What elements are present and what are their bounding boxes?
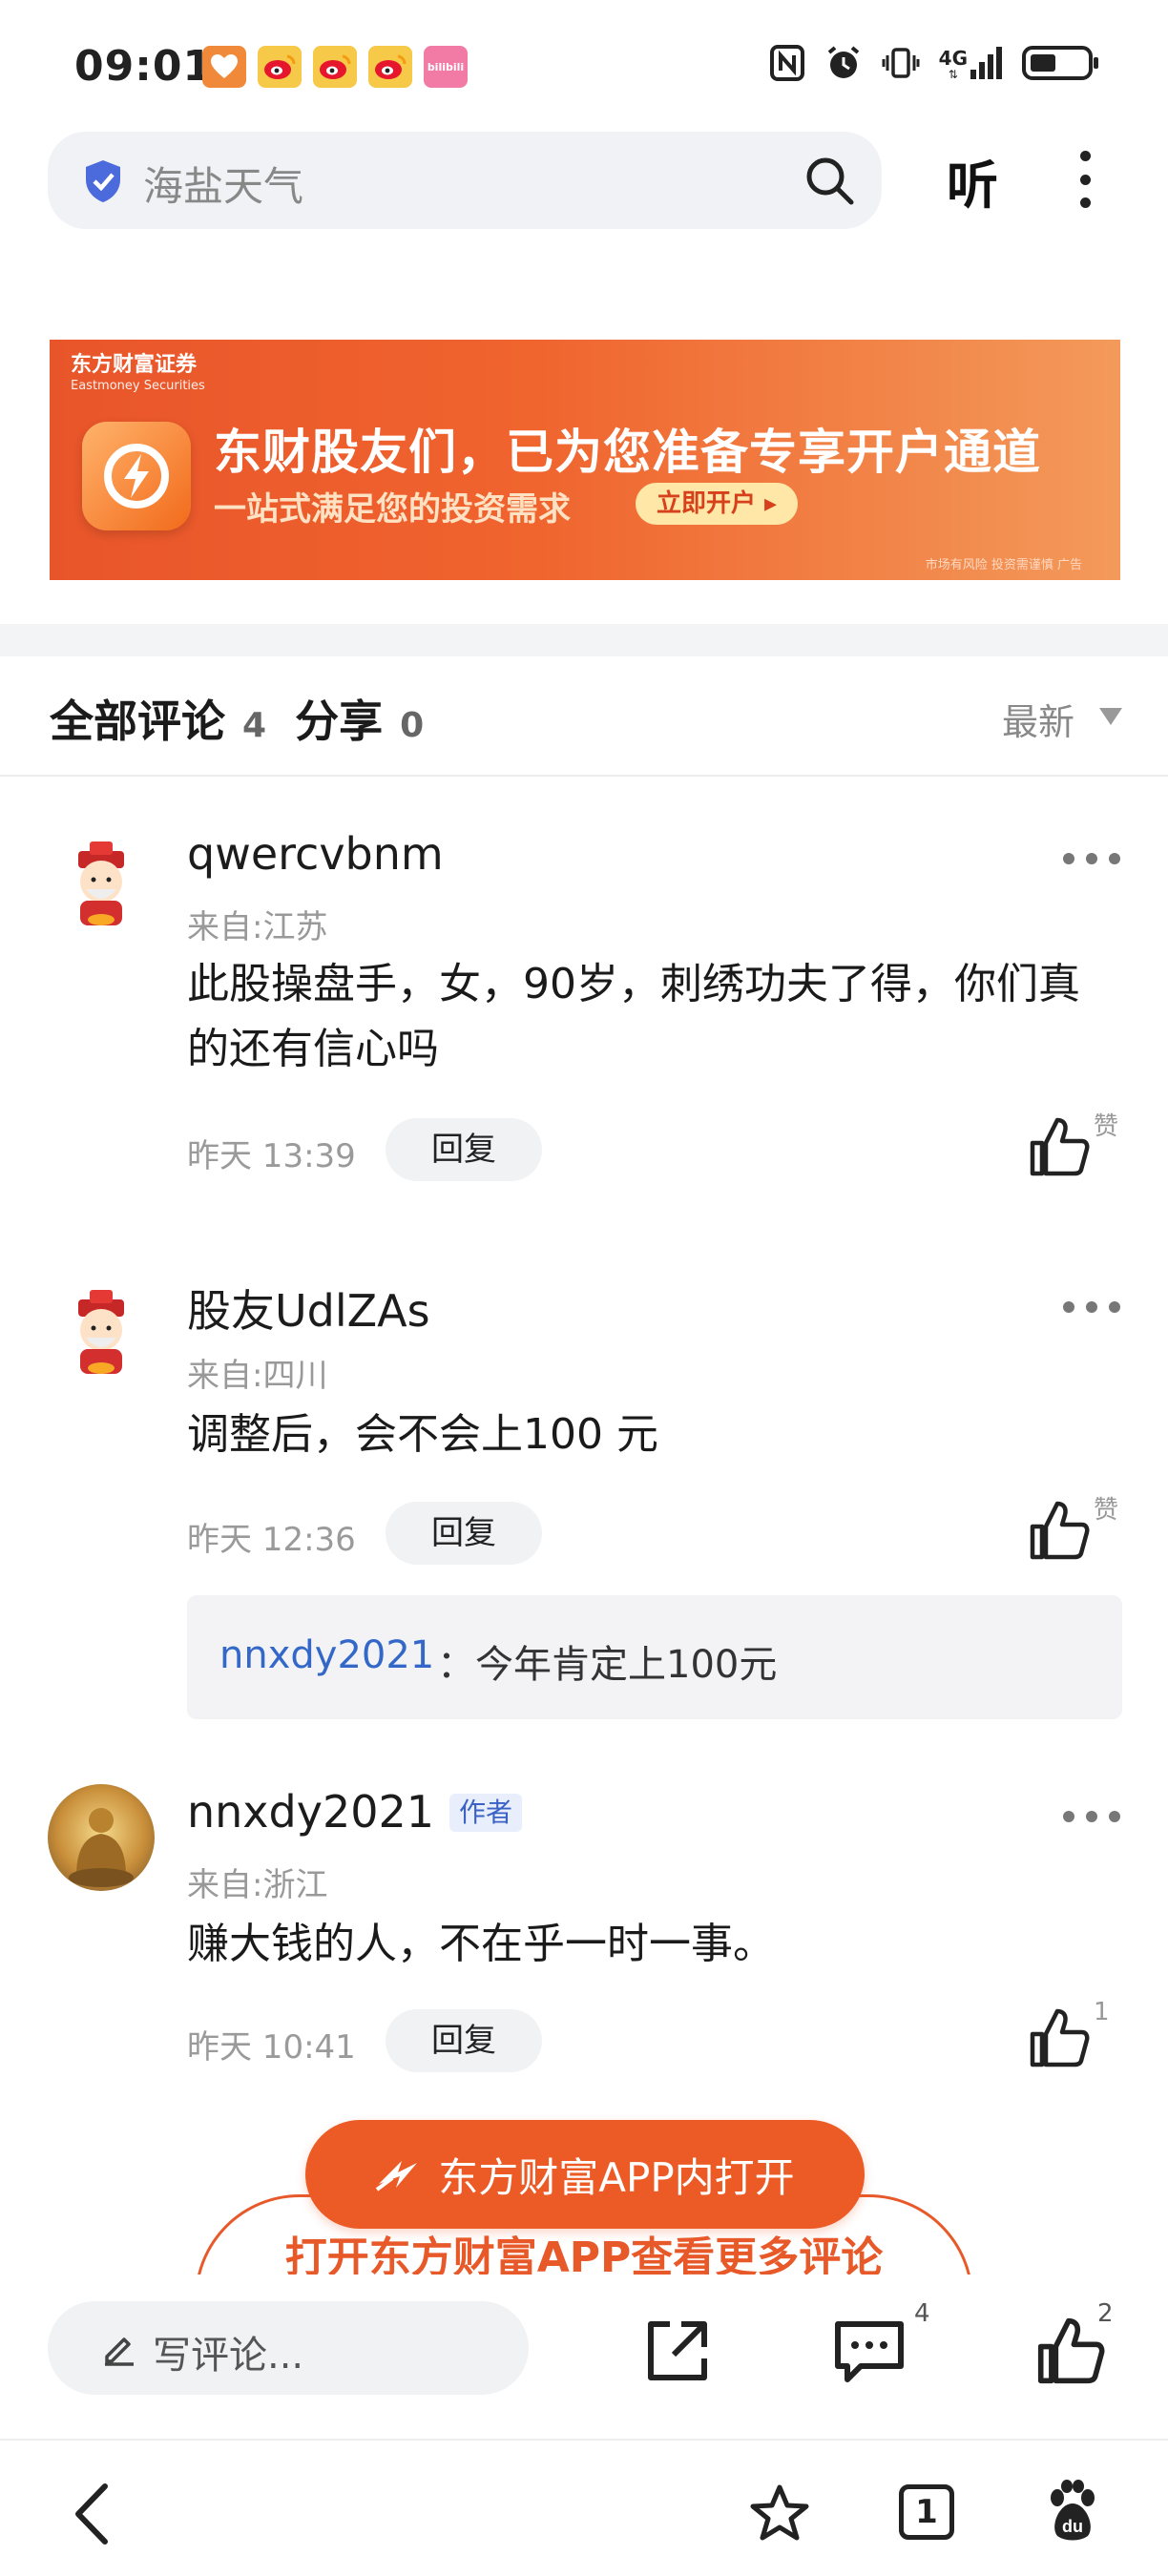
back-arrow-icon[interactable] bbox=[69, 2481, 116, 2547]
eastmoney-icon bbox=[376, 2161, 418, 2192]
thumbs-up-icon[interactable] bbox=[1034, 2315, 1107, 2387]
nfc-icon bbox=[769, 45, 804, 81]
comment-count-badge: 4 bbox=[914, 2299, 930, 2328]
eastmoney-logo-icon bbox=[82, 422, 191, 530]
search-icon[interactable] bbox=[803, 155, 855, 206]
battery-icon bbox=[1022, 46, 1098, 80]
thumbs-up-icon[interactable] bbox=[1027, 2005, 1092, 2070]
open-in-app-label: 东方财富APP内打开 bbox=[438, 2153, 795, 2201]
avatar[interactable] bbox=[48, 1280, 155, 1387]
comments-header: 全部评论 4 分享 0 bbox=[50, 687, 452, 750]
write-comment-input[interactable]: 写评论... bbox=[48, 2301, 529, 2395]
ad-headline: 东财股友们，已为您准备专享开户通道 bbox=[214, 425, 1041, 480]
network-type: 4G bbox=[938, 47, 968, 70]
header-divider bbox=[0, 775, 1168, 777]
system-icons: 4G ⇅ bbox=[769, 44, 1101, 82]
bilibili-label: bilibili bbox=[427, 60, 465, 73]
notification-icons: bilibili bbox=[202, 46, 468, 88]
share-icon[interactable] bbox=[641, 2315, 714, 2387]
ad-disclaimer: 市场有风险 投资需谨慎 广告 bbox=[925, 558, 1082, 572]
comment-username[interactable]: nnxdy2021 作者 bbox=[187, 1786, 523, 1838]
scrolled-text-fragment bbox=[53, 212, 912, 246]
shield-icon bbox=[86, 160, 120, 202]
open-in-app-button[interactable]: 东方财富APP内打开 bbox=[305, 2120, 865, 2229]
avatar[interactable] bbox=[48, 1784, 155, 1891]
comment-location: 来自:浙江 bbox=[187, 1866, 328, 1904]
comment-text: 赚大钱的人，不在乎一时一事。 bbox=[187, 1920, 775, 1968]
ad-banner[interactable]: 东方财富证券 Eastmoney Securities 东财股友们，已为您准备专… bbox=[50, 340, 1120, 580]
tab-all-comments[interactable]: 全部评论 bbox=[50, 687, 225, 750]
health-app-icon bbox=[202, 46, 246, 88]
status-time: 09:01 bbox=[74, 42, 214, 91]
comments-count: 4 bbox=[242, 706, 267, 745]
tab-shares[interactable]: 分享 bbox=[295, 687, 383, 750]
sub-reply-text: ：今年肯定上100元 bbox=[437, 1643, 778, 1687]
sub-reply: nnxdy2021 ：今年肯定上100元 bbox=[187, 1595, 1122, 1719]
browser-nav-bar: 1 du bbox=[0, 2442, 1168, 2576]
comment-more-icon[interactable] bbox=[1063, 1301, 1120, 1315]
more-menu-icon[interactable] bbox=[1078, 151, 1092, 208]
pencil-icon bbox=[105, 2337, 134, 2366]
write-comment-placeholder: 写评论... bbox=[153, 2334, 304, 2378]
reply-button[interactable]: 回复 bbox=[386, 1118, 542, 1181]
ad-subline: 一站式满足您的投资需求 bbox=[214, 490, 571, 529]
comment-username[interactable]: qwercvbnm bbox=[187, 828, 444, 880]
vibrate-icon bbox=[882, 48, 920, 78]
nav-divider bbox=[0, 2439, 1168, 2441]
comment-username-text[interactable]: nnxdy2021 bbox=[187, 1786, 434, 1838]
caret-down-icon[interactable] bbox=[1099, 708, 1122, 725]
bilibili-icon: bilibili bbox=[424, 46, 468, 88]
weibo-icon bbox=[313, 46, 357, 88]
thumbs-up-icon[interactable] bbox=[1027, 1498, 1092, 1563]
star-bookmark-icon[interactable] bbox=[748, 2483, 811, 2545]
like-count-badge: 2 bbox=[1097, 2299, 1114, 2328]
author-badge: 作者 bbox=[449, 1794, 523, 1832]
tabs-count: 1 bbox=[915, 2493, 938, 2531]
bottom-action-bar: 写评论... 4 2 bbox=[0, 2275, 1168, 2416]
reply-button[interactable]: 回复 bbox=[386, 1502, 542, 1565]
ad-brand: 东方财富证券 Eastmoney Securities bbox=[71, 355, 205, 397]
sub-reply-username[interactable]: nnxdy2021 bbox=[219, 1633, 434, 1677]
comment-time: 昨天 12:36 bbox=[187, 1521, 356, 1559]
thumbs-up-icon[interactable] bbox=[1027, 1114, 1092, 1179]
tabs-button[interactable]: 1 bbox=[899, 2484, 954, 2540]
search-input[interactable]: 海盐天气 bbox=[143, 155, 303, 213]
comment-more-icon[interactable] bbox=[1063, 1811, 1120, 1824]
comment-text: 调整后，会不会上100 元 bbox=[187, 1410, 658, 1459]
reply-button[interactable]: 回复 bbox=[386, 2009, 542, 2072]
like-count: 1 bbox=[1094, 1998, 1110, 2026]
alarm-icon bbox=[827, 46, 859, 78]
svg-text:du: du bbox=[1062, 2517, 1083, 2536]
baidu-paw-icon[interactable]: du bbox=[1044, 2479, 1101, 2544]
section-divider bbox=[0, 624, 1168, 656]
avatar[interactable] bbox=[48, 832, 155, 939]
weibo-icon bbox=[368, 46, 412, 88]
comment-icon[interactable] bbox=[832, 2315, 907, 2387]
comment-location: 来自:江苏 bbox=[187, 908, 328, 946]
like-label: 赞 bbox=[1094, 1112, 1119, 1141]
signal-icon: 4G ⇅ bbox=[938, 47, 1002, 80]
comment-username[interactable]: 股友UdlZAs bbox=[187, 1277, 430, 1340]
comment-location: 来自:四川 bbox=[187, 1357, 328, 1395]
listen-button[interactable]: 听 bbox=[947, 143, 998, 218]
sort-dropdown[interactable]: 最新 bbox=[1002, 693, 1074, 745]
status-bar: 09:01 bilibili 4G ⇅ bbox=[0, 0, 1168, 134]
like-label: 赞 bbox=[1094, 1496, 1119, 1525]
shares-count: 0 bbox=[400, 706, 425, 745]
comment-time: 昨天 13:39 bbox=[187, 1137, 356, 1175]
ad-brand-en: Eastmoney Securities bbox=[71, 379, 205, 393]
comment-more-icon[interactable] bbox=[1063, 853, 1120, 866]
comment-time: 昨天 10:41 bbox=[187, 2028, 356, 2067]
comment-text: 此股操盘手，女，90岁，刺绣功夫了得，你们真的还有信心吗 bbox=[187, 960, 1080, 1073]
weibo-icon bbox=[258, 46, 302, 88]
ad-open-account-button[interactable]: 立即开户 ▸ bbox=[636, 483, 799, 525]
